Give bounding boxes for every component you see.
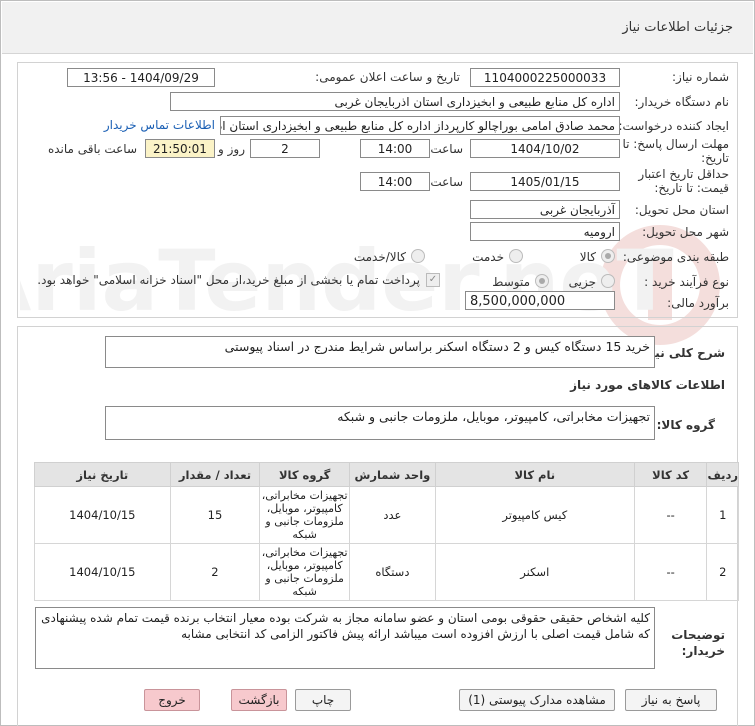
notes-field: کلیه اشخاص حقیقی حقوقی بومی استان و عضو …: [35, 607, 655, 669]
row-group: تجهیزات مخابراتی، کامپیوتر، موبایل، ملزو…: [259, 486, 351, 544]
buyer-org-label: نام دستگاه خریدار:: [634, 95, 730, 109]
goods-table-header: ردیف کد کالا نام کالا واحد شمارش گروه کا…: [34, 462, 739, 487]
row-index: 1: [706, 486, 739, 544]
payment-note: پرداخت تمام یا بخشی از مبلغ خرید،از محل …: [37, 273, 420, 287]
buyer-org-field: اداره کل منابع طبیعی و ابخیزداری استان ا…: [170, 92, 620, 111]
city-label: شهر محل تحویل:: [642, 225, 729, 239]
category-label: طبقه بندی موضوعی:: [622, 250, 729, 264]
notes-label-2: خریدار:: [681, 644, 725, 658]
need-number-label: شماره نیاز:: [672, 70, 729, 84]
creator-label: ایجاد کننده درخواست:: [618, 119, 729, 133]
goods-group-label: گروه کالا:: [656, 418, 715, 432]
treasury-checkbox[interactable]: ✓: [426, 273, 440, 287]
row-name: کیس کامپیوتر: [434, 486, 635, 544]
row-code: --: [633, 543, 708, 601]
row-qty: 2: [169, 543, 261, 601]
row-qty: 15: [169, 486, 261, 544]
validity-time-field: 14:00: [360, 172, 430, 191]
attachments-button[interactable]: مشاهده مدارک پیوستی (1): [459, 689, 615, 711]
row-date: 1404/10/15: [34, 486, 171, 544]
contact-buyer-link[interactable]: اطلاعات تماس خریدار: [104, 118, 215, 132]
days-field: 2: [250, 139, 320, 158]
estimate-field: 8,500,000,000: [465, 291, 615, 310]
deadline-label-2: تاریخ:: [701, 151, 729, 165]
category-option-both: کالا/خدمت: [353, 250, 406, 264]
row-index: 2: [706, 543, 739, 601]
process-option-minor: جزیی: [568, 275, 596, 289]
creator-field: محمد صادق امامی بوراچالو کارپرداز اداره …: [220, 116, 620, 135]
page-header: جزئیات اطلاعات نیاز: [2, 2, 753, 54]
remaining-label: ساعت باقی مانده: [47, 142, 137, 156]
page-title: جزئیات اطلاعات نیاز: [622, 20, 733, 35]
validity-label-2: قیمت: تا تاریخ:: [654, 181, 729, 195]
process-label: نوع فرآیند خرید :: [644, 275, 729, 289]
process-radio-medium[interactable]: [535, 274, 549, 288]
category-radio-both[interactable]: [411, 249, 425, 263]
col-group: گروه کالا: [259, 462, 351, 487]
validity-time-label: ساعت: [430, 175, 463, 189]
exit-button[interactable]: خروج: [144, 689, 200, 711]
row-unit: دستگاه: [349, 543, 436, 601]
goods-group-field: تجهیزات مخابراتی، کامپیوتر، موبایل، ملزو…: [105, 406, 655, 440]
print-button[interactable]: چاپ: [295, 689, 351, 711]
deadline-date-field: 1404/10/02: [470, 139, 620, 158]
row-group: تجهیزات مخابراتی، کامپیوتر، موبایل، ملزو…: [259, 543, 351, 601]
announce-field: 1404/09/29 - 13:56: [67, 68, 215, 87]
city-field: ارومیه: [470, 222, 620, 241]
row-date: 1404/10/15: [34, 543, 171, 601]
validity-date-field: 1405/01/15: [470, 172, 620, 191]
announce-label: تاریخ و ساعت اعلان عمومی:: [315, 70, 460, 84]
notes-label-1: توضیحات: [671, 628, 725, 642]
category-radio-service[interactable]: [509, 249, 523, 263]
process-option-medium: متوسط: [492, 275, 530, 289]
row-code: --: [633, 486, 708, 544]
table-row: 1 -- کیس کامپیوتر عدد تجهیزات مخابراتی، …: [34, 486, 739, 544]
back-button[interactable]: بازگشت: [231, 689, 287, 711]
summary-field: خرید 15 دستگاه کیس و 2 دستگاه اسکنر براس…: [105, 336, 655, 368]
deadline-label-1: مهلت ارسال پاسخ: تا: [622, 137, 729, 151]
col-date: تاریخ نیاز: [34, 462, 171, 487]
col-name: نام کالا: [434, 462, 635, 487]
col-unit: واحد شمارش: [349, 462, 436, 487]
reply-button[interactable]: پاسخ به نیاز: [625, 689, 717, 711]
validity-label-1: حداقل تاریخ اعتبار: [638, 167, 729, 181]
need-number-field: 1104000225000033: [470, 68, 620, 87]
province-label: استان محل تحویل:: [634, 203, 729, 217]
deadline-time-label: ساعت: [430, 142, 463, 156]
deadline-time-field: 14:00: [360, 139, 430, 158]
remaining-time-field: 21:50:01: [145, 139, 215, 158]
category-option-service: خدمت: [472, 250, 504, 264]
days-label: روز و: [218, 142, 245, 156]
province-field: آذربایجان غربی: [470, 200, 620, 219]
col-code: کد کالا: [633, 462, 708, 487]
process-radio-minor[interactable]: [601, 274, 615, 288]
row-unit: عدد: [349, 486, 436, 544]
row-name: اسکنر: [434, 543, 635, 601]
estimate-label: برآورد مالی:: [667, 296, 729, 310]
goods-table: ردیف کد کالا نام کالا واحد شمارش گروه کا…: [34, 462, 739, 601]
col-index: ردیف: [706, 462, 739, 487]
col-qty: تعداد / مقدار: [169, 462, 261, 487]
table-row: 2 -- اسکنر دستگاه تجهیزات مخابراتی، کامپ…: [34, 543, 739, 601]
category-radio-goods[interactable]: [601, 249, 615, 263]
goods-section-title: اطلاعات کالاهای مورد نیاز: [570, 378, 725, 392]
category-option-goods: کالا: [579, 250, 596, 264]
